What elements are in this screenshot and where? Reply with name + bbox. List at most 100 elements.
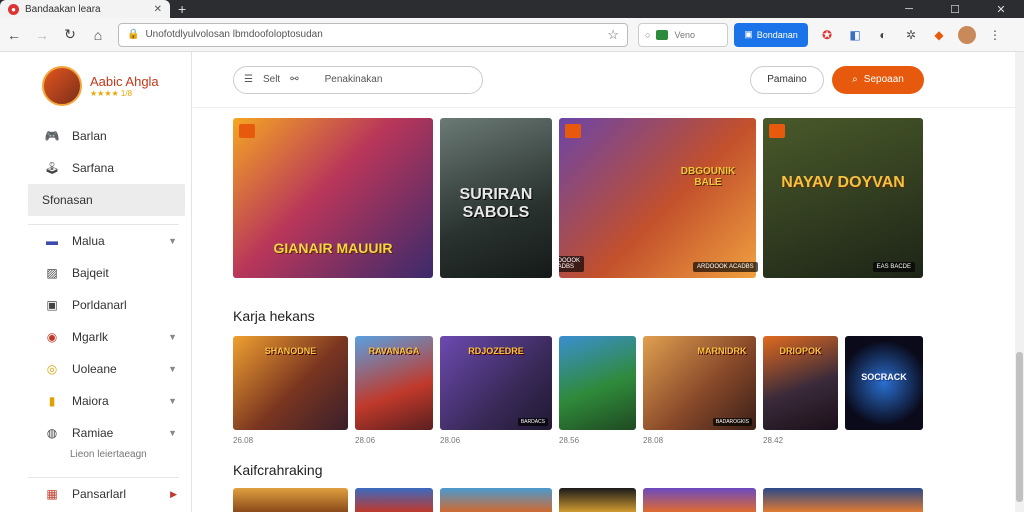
- hero-card[interactable]: GIANAIR MAUUIR: [233, 118, 433, 278]
- game-thumbnail[interactable]: [559, 336, 636, 430]
- badge-icon: [239, 124, 255, 138]
- extension-icons: ✪ ◧ ◐ ✲ ◆ ⋮: [818, 25, 1004, 44]
- grid-icon: ▣: [744, 29, 753, 39]
- sidebar-item-label: Uoleane: [72, 362, 117, 376]
- game-thumbnail[interactable]: [233, 488, 348, 512]
- hero-card[interactable]: DBGOUNIK BALE ARDOOOK ACADBS: [559, 118, 756, 278]
- sidebar-item-ramiae[interactable]: ◍ Ramiae ▼: [0, 417, 191, 449]
- search-label: Selt: [262, 74, 281, 85]
- menu-icon[interactable]: ☰: [244, 74, 253, 85]
- sidebar-item-sfonasan[interactable]: Sfonasan: [28, 184, 185, 216]
- gallery-icon: ▣: [46, 298, 58, 312]
- gamepad-icon: 🕹: [44, 161, 60, 175]
- sidebar-item-label: Ramiae: [72, 426, 114, 440]
- sidebar-item-uoleane[interactable]: ◎ Uoleane ▼: [0, 353, 191, 385]
- thumb-caption: 28.06: [355, 436, 376, 445]
- reload-icon[interactable]: ↻: [56, 26, 84, 43]
- chevron-right-icon[interactable]: ▶: [170, 489, 177, 500]
- game-thumbnail[interactable]: SOCRACK: [845, 336, 923, 430]
- blue-button-label: Bondanan: [756, 29, 798, 40]
- sidebar-item-label: Maiora: [72, 394, 109, 408]
- profile-header[interactable]: Aabic Ahgla ★★★★ 1/8: [0, 52, 191, 120]
- address-bar[interactable]: 🔒 Unofotdlyulvolosan lbmdoofoloptosudan …: [118, 22, 628, 47]
- maximize-icon[interactable]: ☐: [932, 3, 978, 16]
- thumb-title: DRIOPOK: [779, 346, 822, 356]
- search-input[interactable]: ☰ Selt ⚯ Penakinakan: [233, 65, 483, 94]
- sidebar-item-label: Pansarlarl: [72, 487, 127, 501]
- thumb-caption: 28.56: [559, 436, 580, 445]
- search-button[interactable]: ⌕ Sepoaan: [832, 65, 924, 94]
- section-title: Kaifcrahraking: [233, 462, 323, 478]
- sidebar-item-malua[interactable]: ▬ Malua ▼: [0, 225, 191, 257]
- star-extension-icon[interactable]: ✪: [818, 28, 836, 42]
- sidebar-item-label: Bajqeit: [72, 266, 109, 280]
- sidebar-item-porldanarl[interactable]: ▣ Porldanarl: [0, 289, 191, 321]
- thumb-title: SHANODNE: [264, 346, 317, 356]
- chevron-down-icon[interactable]: ▼: [168, 364, 177, 374]
- link-icon: ⚯: [290, 74, 299, 85]
- thumb-caption: 28.42: [763, 436, 784, 445]
- sidebar-item-mgarlk[interactable]: ◉ Mgarlk ▼: [0, 321, 191, 353]
- circle-icon: ○: [645, 29, 651, 40]
- hero-card[interactable]: SURIRAN SABOLS: [440, 118, 552, 278]
- outline-button[interactable]: Pamaino: [750, 65, 824, 94]
- game-thumbnail[interactable]: [763, 488, 923, 512]
- puzzle-extension-icon[interactable]: ◧: [846, 28, 864, 42]
- chevron-down-icon[interactable]: ▼: [168, 332, 177, 342]
- profile-avatar[interactable]: [958, 25, 976, 44]
- sidebar-item-barlan[interactable]: 🎮 Barlan: [0, 120, 191, 152]
- sidebar-item-maiora[interactable]: ▮ Maiora ▼: [0, 385, 191, 417]
- hero-title: NAYAV DOYVAN: [781, 174, 905, 191]
- thumb-caption: 26.08: [233, 436, 254, 445]
- menu-dots-icon[interactable]: ⋮: [986, 28, 1004, 42]
- top-toolbar: ☰ Selt ⚯ Penakinakan Pamaino ⌕ Sepoaan: [193, 52, 1015, 108]
- chevron-down-icon[interactable]: ▼: [168, 236, 177, 246]
- home-icon[interactable]: ⌂: [84, 27, 112, 43]
- sidebar-item-bajqeit[interactable]: ▨ Bajqeit: [0, 257, 191, 289]
- bookmark-star-icon[interactable]: ☆: [607, 27, 619, 43]
- profile-rating: ★★★★ 1/8: [90, 89, 133, 98]
- new-tab-icon[interactable]: +: [178, 1, 186, 17]
- controller-icon: 🎮: [44, 129, 60, 143]
- hero-tag: EAS BACDE: [872, 262, 915, 272]
- game-thumbnail[interactable]: RDJOZEDRE BARDACS: [440, 336, 552, 430]
- minimize-icon[interactable]: ─: [886, 3, 932, 16]
- chevron-down-icon[interactable]: ▼: [168, 396, 177, 406]
- chevron-down-icon[interactable]: ▼: [168, 428, 177, 438]
- thumb-tag: BARDACS: [517, 418, 548, 426]
- thumb-caption: 28.06: [440, 436, 461, 445]
- game-thumbnail[interactable]: [355, 488, 433, 512]
- badge-icon: [565, 124, 581, 138]
- close-tab-icon[interactable]: ✕: [154, 4, 162, 15]
- browser-tab[interactable]: ● Bandaakan leara ✕: [0, 0, 170, 18]
- game-thumbnail[interactable]: SHANODNE: [233, 336, 348, 430]
- dark-extension-icon[interactable]: ◐: [874, 28, 892, 42]
- sidebar-item-pansarlarl[interactable]: ▦ Pansarlarl ▶: [0, 478, 191, 510]
- scrollbar-thumb[interactable]: [1016, 352, 1023, 502]
- sidebar-item-sarfana[interactable]: 🕹 Sarfana: [0, 152, 191, 184]
- close-window-icon[interactable]: ✕: [978, 3, 1024, 16]
- settings-icon: ◍: [46, 426, 58, 440]
- game-thumbnail[interactable]: DRIOPOK: [763, 336, 838, 430]
- sidebar-item-label: Porldanarl: [72, 298, 127, 312]
- search-icon: ⌕: [852, 74, 858, 85]
- forward-icon[interactable]: →: [28, 27, 56, 43]
- back-icon[interactable]: ←: [0, 27, 28, 43]
- thumb-caption: 28.08: [643, 436, 664, 445]
- scrollbar[interactable]: [1015, 52, 1024, 512]
- sidebar-item-label: Sfonasan: [42, 193, 93, 207]
- gift-icon: ▦: [46, 487, 58, 501]
- game-thumbnail[interactable]: [643, 488, 756, 512]
- thumb-title: RDJOZEDRE: [468, 346, 524, 356]
- blue-action-button[interactable]: ▣ Bondanan: [734, 22, 808, 47]
- game-thumbnail[interactable]: [559, 488, 636, 512]
- sidebar-item-label: Barlan: [72, 129, 107, 143]
- game-thumbnail[interactable]: MARNIDRK BADAROGKIS: [643, 336, 756, 430]
- tools-extension-icon[interactable]: ✲: [902, 28, 920, 42]
- hero-card[interactable]: NAYAV DOYVAN EAS BACDE: [763, 118, 923, 278]
- game-thumbnail[interactable]: RAVANAGA: [355, 336, 433, 430]
- diamond-extension-icon[interactable]: ◆: [930, 28, 948, 42]
- game-thumbnail[interactable]: [440, 488, 552, 512]
- hero-tag: ARDOOOK ACADBS: [693, 262, 758, 272]
- extension-field[interactable]: ○ Veno: [638, 22, 728, 47]
